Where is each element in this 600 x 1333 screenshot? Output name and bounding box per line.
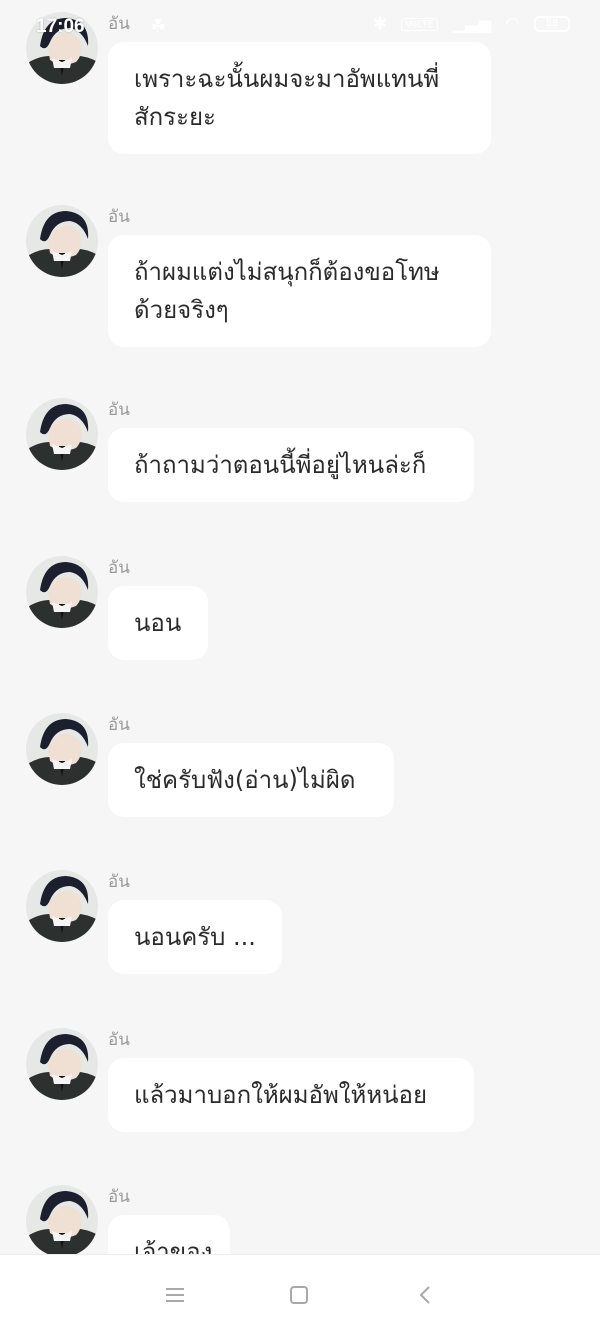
sender-name: อัน <box>108 400 130 420</box>
battery-icon: 88 <box>534 16 570 32</box>
message-bubble[interactable]: ใช่ครับฟัง(อ่าน)ไม่ผิด <box>108 743 394 817</box>
sender-avatar[interactable] <box>26 713 98 785</box>
sender-avatar[interactable] <box>26 398 98 470</box>
bluetooth-icon: ✱ <box>372 14 388 34</box>
message-bubble[interactable]: ถ้าผมแต่งไม่สนุกก็ต้องขอโทษ ด้วยจริงๆ <box>108 235 491 347</box>
back-chevron-icon[interactable] <box>407 1277 443 1313</box>
message-bubble[interactable]: นอนครับ ... <box>108 900 282 974</box>
sender-name: อัน <box>108 1030 130 1050</box>
volte-icon: VoLTE <box>401 17 438 31</box>
chat-message-list[interactable]: อัน เพราะฉะนั้นผมจะมาอัพแทนพี่ สักระยะ อ… <box>0 0 600 1254</box>
status-time: 17:06 <box>36 16 85 37</box>
sender-avatar[interactable] <box>26 1185 98 1254</box>
sender-avatar[interactable] <box>26 1028 98 1100</box>
sender-avatar[interactable] <box>26 205 98 277</box>
sender-name: อัน <box>108 872 130 892</box>
message-bubble[interactable]: เพราะฉะนั้นผมจะมาอัพแทนพี่ สักระยะ <box>108 42 491 154</box>
message-bubble[interactable]: แล้วมาบอกให้ผมอัพให้หน่อย <box>108 1058 474 1132</box>
paw-icon: ☘ <box>150 16 167 37</box>
message-bubble[interactable]: นอน <box>108 586 208 660</box>
sender-avatar[interactable] <box>26 556 98 628</box>
message-bubble[interactable]: ถ้าถามว่าตอนนี้พี่อยู่ไหนล่ะก็ <box>108 428 474 502</box>
home-square-icon[interactable] <box>281 1277 317 1313</box>
menu-icon[interactable] <box>157 1277 193 1313</box>
signal-icon: ▁▃▅ <box>451 14 492 34</box>
message-bubble[interactable]: เจ้าของ <box>108 1215 230 1254</box>
sender-avatar[interactable] <box>26 870 98 942</box>
sender-name: อัน <box>108 715 130 735</box>
wifi-icon: ◠ <box>505 14 520 34</box>
sender-name: อัน <box>108 558 130 578</box>
system-nav-bar <box>0 1254 600 1333</box>
status-bar: 17:06 ☘ ✱ VoLTE ▁▃▅ ◠ 88 <box>0 0 600 48</box>
sender-name: อัน <box>108 1187 130 1207</box>
sender-name: อัน <box>108 207 130 227</box>
status-icons: ✱ VoLTE ▁▃▅ ◠ 88 <box>373 14 570 34</box>
